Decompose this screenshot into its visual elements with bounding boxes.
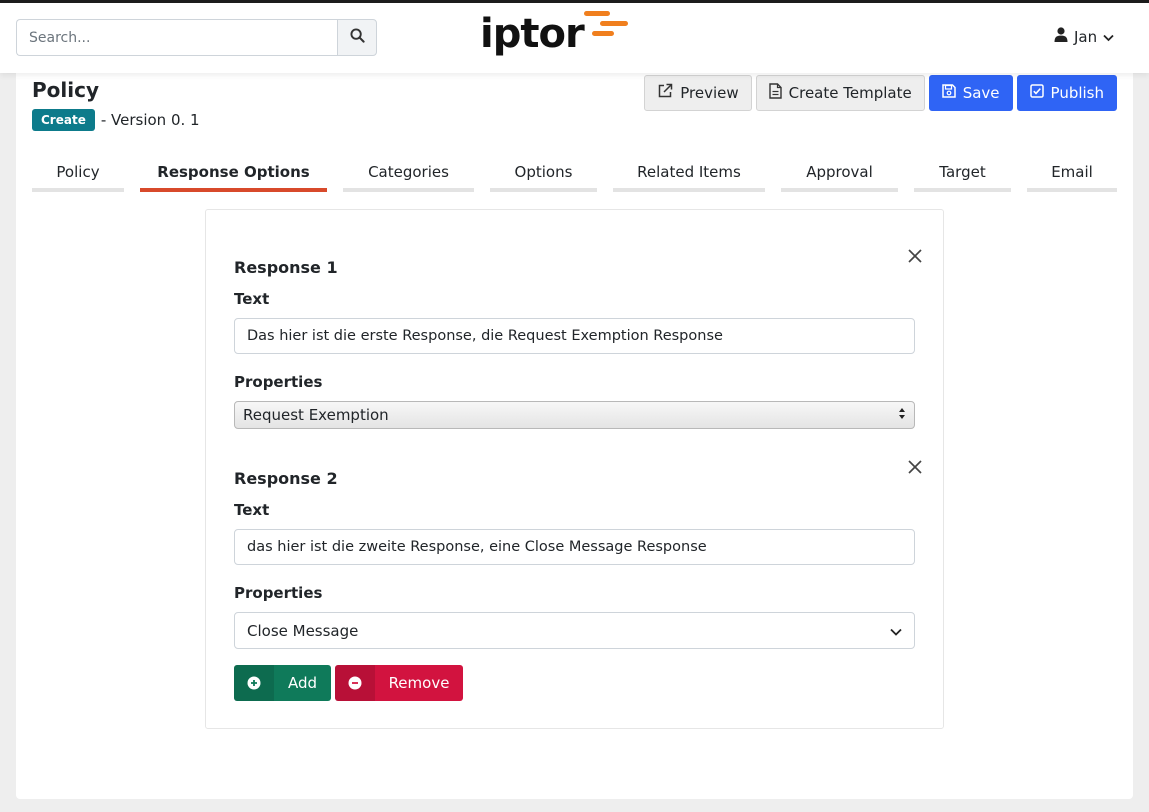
response-2-properties-label: Properties: [234, 584, 323, 602]
tab-categories[interactable]: Categories: [343, 156, 474, 192]
search-bar: [16, 19, 377, 56]
plus-circle-icon: [234, 665, 274, 701]
response-1-properties-value: Request Exemption: [243, 406, 389, 424]
document-icon: [768, 83, 782, 103]
save-label: Save: [962, 84, 1000, 102]
status-badge: Create: [32, 109, 95, 131]
page-title: Policy: [32, 78, 100, 102]
response-2-text-label: Text: [234, 501, 270, 519]
user-name: Jan: [1074, 27, 1098, 46]
publish-button[interactable]: Publish: [1016, 75, 1117, 111]
iptor-logo[interactable]: iptor: [480, 9, 630, 69]
tab-bar: Policy Response Options Categories Optio…: [32, 156, 1117, 194]
save-button[interactable]: Save: [928, 75, 1013, 111]
tab-related-items[interactable]: Related Items: [613, 156, 765, 192]
tab-options[interactable]: Options: [490, 156, 597, 192]
response-2-text-input[interactable]: [234, 529, 915, 565]
close-icon[interactable]: [904, 245, 926, 267]
close-icon[interactable]: [904, 456, 926, 478]
create-template-label: Create Template: [788, 84, 912, 102]
add-response-button[interactable]: Add: [234, 665, 331, 701]
minus-circle-icon: [335, 665, 375, 701]
logo-bars-icon: [584, 11, 628, 36]
tab-email[interactable]: Email: [1027, 156, 1117, 192]
response-2-properties-select[interactable]: Close Message: [234, 612, 915, 649]
remove-label: Remove: [388, 674, 450, 692]
response-1-properties-select[interactable]: Request Exemption: [234, 401, 915, 429]
logo-text: iptor: [480, 11, 585, 57]
response-1-properties-label: Properties: [234, 373, 323, 391]
add-label: Add: [287, 674, 318, 692]
toolbar: Preview Create Template Save Publish: [644, 75, 1117, 111]
response-2-properties-value: Close Message: [247, 621, 359, 640]
status-row: Create - Version 0. 1: [32, 109, 200, 131]
search-icon: [349, 28, 365, 47]
chevron-down-icon: [890, 622, 902, 640]
version-label: - Version 0. 1: [100, 111, 200, 129]
response-1-text-label: Text: [234, 290, 270, 308]
external-link-icon: [657, 83, 673, 103]
create-template-button[interactable]: Create Template: [755, 75, 925, 111]
user-icon: [1054, 27, 1068, 46]
tab-response-options[interactable]: Response Options: [140, 156, 327, 192]
tab-approval[interactable]: Approval: [781, 156, 898, 192]
response-2-title: Response 2: [234, 469, 338, 488]
response-1-text-input[interactable]: [234, 318, 915, 354]
tab-target[interactable]: Target: [914, 156, 1011, 192]
remove-response-button[interactable]: Remove: [335, 665, 463, 701]
app-header: iptor Jan: [0, 3, 1149, 73]
search-input[interactable]: [16, 19, 337, 56]
floppy-disk-icon: [941, 84, 956, 102]
user-menu[interactable]: Jan: [1054, 27, 1114, 46]
response-1-title: Response 1: [234, 258, 338, 277]
check-square-icon: [1029, 84, 1044, 102]
search-button[interactable]: [337, 19, 377, 56]
preview-label: Preview: [680, 84, 739, 102]
response-options-panel: Response 1 Text Properties Request Exemp…: [205, 209, 944, 729]
publish-label: Publish: [1050, 84, 1104, 102]
tab-policy[interactable]: Policy: [32, 156, 124, 192]
policy-editor-card: Policy Create - Version 0. 1 Preview Cre…: [16, 66, 1133, 799]
select-stepper-icon: [898, 406, 906, 424]
preview-button[interactable]: Preview: [644, 75, 752, 111]
chevron-down-icon: [1103, 28, 1114, 46]
